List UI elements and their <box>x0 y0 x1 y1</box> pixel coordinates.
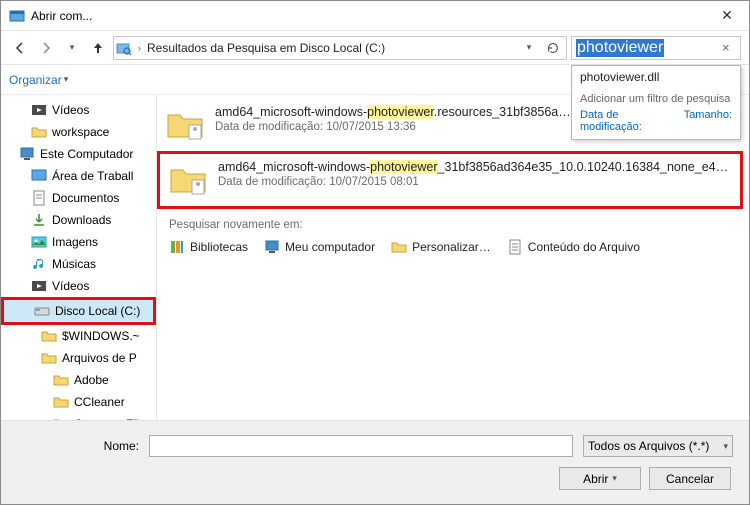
close-button[interactable]: ✕ <box>707 2 747 30</box>
app-icon <box>9 8 25 24</box>
tree-music[interactable]: Músicas <box>1 253 156 275</box>
search-box[interactable]: photoviewer × <box>571 36 741 60</box>
clear-search-button[interactable]: × <box>722 40 736 55</box>
refresh-button[interactable] <box>542 37 564 59</box>
titlebar: Abrir com... ✕ <box>1 1 749 31</box>
tree-common-files[interactable]: Common Fil <box>1 413 156 420</box>
chevron-down-icon: ▾ <box>723 441 728 452</box>
results-pane: amd64_microsoft-windows-photoviewer.reso… <box>157 95 749 420</box>
tree-windows-hidden[interactable]: $WINDOWS.~ <box>1 325 156 347</box>
search-file-contents[interactable]: Conteúdo do Arquivo <box>507 239 640 255</box>
tree-adobe[interactable]: Adobe <box>1 369 156 391</box>
folder-icon <box>165 105 205 145</box>
search-custom[interactable]: Personalizar… <box>391 239 491 255</box>
tree-images[interactable]: Imagens <box>1 231 156 253</box>
tree-disk-c[interactable]: Disco Local (C:) <box>4 300 153 322</box>
open-button[interactable]: Abrir ▾ <box>559 467 641 490</box>
sidebar: Vídeos workspace Este Computador Área de… <box>1 95 157 420</box>
footer: Nome: Todos os Arquivos (*.*)▾ Abrir ▾ C… <box>1 420 749 504</box>
result-row-highlighted[interactable]: amd64_microsoft-windows-photoviewer_31bf… <box>157 151 743 209</box>
tree-desktop[interactable]: Área de Traball <box>1 165 156 187</box>
navbar: ▾ › Resultados da Pesquisa em Disco Loca… <box>1 31 749 65</box>
suggestion-item[interactable]: photoviewer.dll <box>572 66 740 88</box>
filter-date[interactable]: Data de modificação: <box>580 109 678 133</box>
tree-ccleaner[interactable]: CCleaner <box>1 391 156 413</box>
search-libraries[interactable]: Bibliotecas <box>169 239 248 255</box>
search-input[interactable]: photoviewer <box>576 39 664 57</box>
organize-label: Organizar <box>9 73 62 87</box>
filename-input[interactable] <box>149 435 573 457</box>
tree-workspace[interactable]: workspace <box>1 121 156 143</box>
search-again-label: Pesquisar novamente em: <box>157 209 743 235</box>
tree-videos[interactable]: Vídeos <box>1 99 156 121</box>
suggestion-filters-header: Adicionar um filtro de pesquisa <box>572 88 740 107</box>
organize-menu[interactable]: Organizar ▾ <box>9 73 68 87</box>
window-title: Abrir com... <box>31 9 707 23</box>
tree-videos2[interactable]: Vídeos <box>1 275 156 297</box>
split-chevron-icon: ▾ <box>612 473 617 484</box>
forward-button[interactable] <box>35 37 57 59</box>
filename-label: Nome: <box>17 439 139 453</box>
breadcrumb[interactable]: Resultados da Pesquisa em Disco Local (C… <box>147 41 512 55</box>
search-again-locations: Bibliotecas Meu computador Personalizar…… <box>157 235 743 259</box>
chevron-right-icon: › <box>138 43 141 53</box>
tree-documents[interactable]: Documentos <box>1 187 156 209</box>
address-dropdown[interactable]: ▾ <box>518 37 540 59</box>
open-dialog: Abrir com... ✕ ▾ › Resultados da Pesquis… <box>0 0 750 505</box>
highlight-disk-c: Disco Local (C:) <box>1 297 156 325</box>
result-meta: Data de modificação: 10/07/2015 08:01 <box>218 176 732 188</box>
up-button[interactable] <box>87 37 109 59</box>
tree-program-files[interactable]: Arquivos de P <box>1 347 156 369</box>
address-bar[interactable]: › Resultados da Pesquisa em Disco Local … <box>113 36 567 60</box>
search-suggestions: photoviewer.dll Adicionar um filtro de p… <box>571 65 741 140</box>
cancel-button[interactable]: Cancelar <box>649 467 731 490</box>
filter-size[interactable]: Tamanho: <box>684 109 732 133</box>
chevron-down-icon: ▾ <box>64 74 69 85</box>
search-folder-icon <box>116 40 132 56</box>
file-type-select[interactable]: Todos os Arquivos (*.*)▾ <box>583 435 733 457</box>
back-button[interactable] <box>9 37 31 59</box>
recent-dropdown[interactable]: ▾ <box>61 37 83 59</box>
folder-icon <box>168 160 208 200</box>
result-title: amd64_microsoft-windows-photoviewer_31bf… <box>218 160 732 174</box>
tree-this-pc[interactable]: Este Computador <box>1 143 156 165</box>
tree-downloads[interactable]: Downloads <box>1 209 156 231</box>
body: Vídeos workspace Este Computador Área de… <box>1 95 749 420</box>
search-my-computer[interactable]: Meu computador <box>264 239 375 255</box>
